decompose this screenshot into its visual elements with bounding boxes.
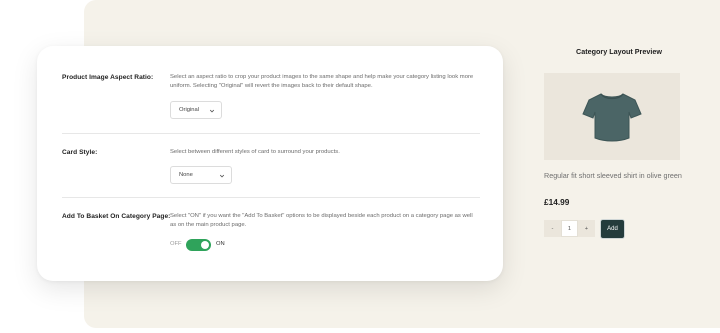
preview-title: Category Layout Preview: [576, 47, 662, 56]
toggle-knob: [201, 241, 209, 249]
qty-increase-button[interactable]: +: [578, 220, 595, 237]
product-name[interactable]: Regular fit short sleeved shirt in olive…: [544, 170, 684, 182]
select-value: None: [179, 172, 193, 178]
setting-description: Select "ON" if you want the "Add To Bask…: [170, 213, 473, 229]
settings-card: Product Image Aspect Ratio: Select an as…: [37, 46, 503, 281]
product-price: £14.99: [544, 197, 570, 207]
setting-description: Select an aspect ratio to crop your prod…: [170, 74, 474, 90]
shirt-icon: [582, 93, 642, 142]
aspect-ratio-select[interactable]: Original: [170, 101, 222, 119]
toggle-off-label: OFF: [170, 241, 182, 247]
setting-row-add-to-basket: Add To Basket On Category Page: Select "…: [62, 197, 480, 281]
qty-decrease-button[interactable]: -: [544, 220, 561, 237]
select-value: Original: [179, 107, 199, 113]
card-style-select[interactable]: None: [170, 166, 232, 184]
setting-description: Select between different styles of card …: [170, 149, 340, 155]
quantity-stepper: - 1 +: [544, 220, 595, 237]
setting-row-aspect-ratio: Product Image Aspect Ratio: Select an as…: [62, 46, 480, 133]
setting-label: Product Image Aspect Ratio:: [62, 74, 154, 81]
setting-row-card-style: Card Style: Select between different sty…: [62, 133, 480, 197]
setting-label: Add To Basket On Category Page:: [62, 213, 171, 220]
product-image[interactable]: [544, 73, 680, 160]
toggle-on-label: ON: [216, 241, 225, 247]
add-to-basket-button[interactable]: Add: [601, 220, 624, 238]
setting-label: Card Style:: [62, 149, 98, 156]
add-to-basket-toggle[interactable]: [186, 239, 211, 251]
qty-input[interactable]: 1: [561, 220, 578, 237]
